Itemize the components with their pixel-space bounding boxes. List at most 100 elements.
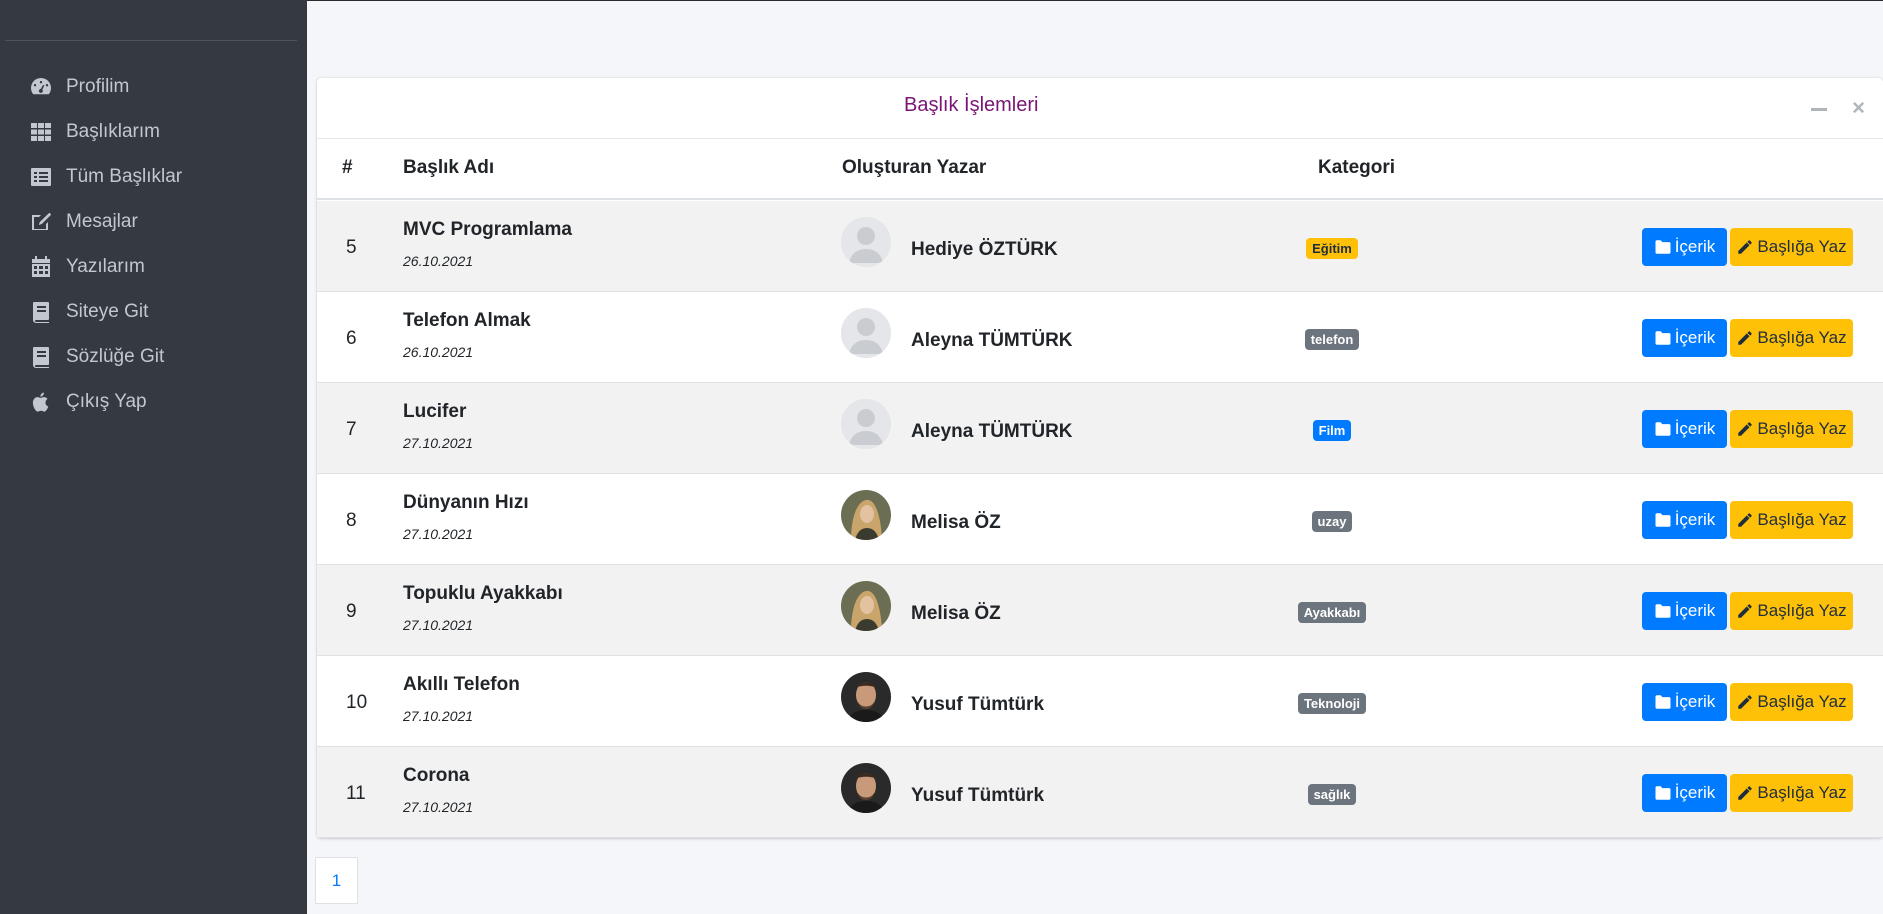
content-button[interactable]: İçerik [1642, 774, 1727, 812]
topic-title: Dünyanın Hızı [403, 492, 529, 513]
sidebar: Profilim Başlıklarım Tüm Başlıklar Mesajlar… [0, 0, 307, 914]
folder-icon [1654, 784, 1675, 802]
sidebar-item-2[interactable]: Tüm Başlıklar [28, 159, 288, 195]
sidebar-item-label: Mesajlar [66, 211, 138, 232]
category-cell: Film [1247, 420, 1417, 441]
table-row: 10 Akıllı Telefon 27.10.2021 Yusuf Tümtürk T… [317, 656, 1883, 747]
sidebar-item-3[interactable]: Mesajlar [28, 204, 288, 240]
content-button-label: İçerik [1674, 601, 1716, 620]
row-number: 10 [346, 692, 368, 713]
content-button-label: İçerik [1674, 328, 1716, 347]
write-button-label: Başlığa Yaz [1757, 328, 1847, 347]
card-title: Başlık İşlemleri [904, 94, 1039, 116]
write-to-topic-button[interactable]: Başlığa Yaz [1730, 774, 1853, 812]
category-badge: Film [1312, 420, 1352, 441]
write-button-label: Başlığa Yaz [1757, 783, 1847, 802]
write-button-label: Başlığa Yaz [1757, 237, 1847, 256]
header-title: Başlık Adı [403, 157, 495, 178]
card-header: Başlık İşlemleri × [317, 78, 1883, 139]
sidebar-item-0[interactable]: Profilim [28, 69, 288, 105]
avatar [841, 581, 891, 631]
topic-title: Corona [403, 765, 470, 786]
sidebar-item-label: Profilim [66, 76, 130, 97]
pencil-icon [1736, 693, 1757, 711]
topic-title: Telefon Almak [403, 310, 531, 331]
content-button-label: İçerik [1674, 510, 1716, 529]
topic-date: 26.10.2021 [403, 344, 474, 360]
pagination-page-1[interactable]: 1 [315, 857, 358, 904]
pencil-icon [1736, 329, 1757, 347]
author-name: Aleyna TÜMTÜRK [911, 330, 1073, 351]
topic-title: Akıllı Telefon [403, 674, 520, 695]
write-to-topic-button[interactable]: Başlığa Yaz [1730, 501, 1853, 539]
content-button-label: İçerik [1674, 783, 1716, 802]
book-icon [28, 299, 54, 325]
table-header: # Başlık Adı Oluşturan Yazar Kategori [317, 140, 1883, 200]
header-num: # [342, 157, 353, 178]
row-number: 11 [346, 783, 366, 804]
table-row: 7 Lucifer 27.10.2021 Aleyna TÜMTÜRK Film İçer… [317, 383, 1883, 474]
author-name: Hediye ÖZTÜRK [911, 239, 1058, 260]
author-name: Yusuf Tümtürk [911, 694, 1045, 715]
content-button[interactable]: İçerik [1642, 410, 1727, 448]
grid-icon [28, 119, 54, 145]
topic-title: Lucifer [403, 401, 467, 422]
avatar [841, 399, 891, 449]
category-cell: Eğitim [1247, 238, 1417, 259]
write-to-topic-button[interactable]: Başlığa Yaz [1730, 228, 1853, 266]
sidebar-item-6[interactable]: Sözlüğe Git [28, 339, 288, 375]
content-button-label: İçerik [1674, 692, 1716, 711]
content-button[interactable]: İçerik [1642, 683, 1727, 721]
topic-title: Topuklu Ayakkabı [403, 583, 563, 604]
list-icon [28, 164, 54, 190]
sidebar-divider [5, 40, 297, 41]
category-cell: sağlık [1247, 784, 1417, 805]
table-row: 9 Topuklu Ayakkabı 27.10.2021 Melisa ÖZ Ayak… [317, 565, 1883, 656]
header-category: Kategori [1318, 157, 1396, 178]
topic-date: 27.10.2021 [403, 526, 474, 542]
category-badge: Ayakkabı [1297, 602, 1367, 623]
sidebar-item-label: Tüm Başlıklar [66, 166, 183, 187]
row-number: 7 [346, 419, 357, 440]
sidebar-item-7[interactable]: Çıkış Yap [28, 384, 288, 420]
write-button-label: Başlığa Yaz [1757, 510, 1847, 529]
write-to-topic-button[interactable]: Başlığa Yaz [1730, 319, 1853, 357]
folder-icon [1654, 238, 1675, 256]
calendar-icon [28, 254, 54, 280]
topic-date: 27.10.2021 [403, 617, 474, 633]
sidebar-item-1[interactable]: Başlıklarım [28, 114, 288, 150]
content-button-label: İçerik [1674, 237, 1716, 256]
book-icon [28, 344, 54, 370]
sidebar-item-4[interactable]: Yazılarım [28, 249, 288, 285]
row-number: 8 [346, 510, 357, 531]
category-cell: uzay [1247, 511, 1417, 532]
category-badge: telefon [1304, 329, 1360, 350]
table-row: 8 Dünyanın Hızı 27.10.2021 Melisa ÖZ uzay İçe… [317, 474, 1883, 565]
write-to-topic-button[interactable]: Başlığa Yaz [1730, 410, 1853, 448]
sidebar-item-5[interactable]: Siteye Git [28, 294, 288, 330]
category-badge: sağlık [1307, 784, 1357, 805]
content-button[interactable]: İçerik [1642, 501, 1727, 539]
content-button[interactable]: İçerik [1642, 319, 1727, 357]
content-button[interactable]: İçerik [1642, 228, 1727, 266]
content-button[interactable]: İçerik [1642, 592, 1727, 630]
table-row: 6 Telefon Almak 26.10.2021 Aleyna TÜMTÜRK te… [317, 292, 1883, 383]
write-to-topic-button[interactable]: Başlığa Yaz [1730, 592, 1853, 630]
author-name: Yusuf Tümtürk [911, 785, 1045, 806]
sidebar-item-label: Siteye Git [66, 301, 149, 322]
category-cell: telefon [1247, 329, 1417, 350]
folder-icon [1654, 602, 1675, 620]
write-button-label: Başlığa Yaz [1757, 419, 1847, 438]
write-to-topic-button[interactable]: Başlığa Yaz [1730, 683, 1853, 721]
sidebar-item-label: Başlıklarım [66, 121, 160, 142]
category-cell: Ayakkabı [1247, 602, 1417, 623]
avatar [841, 763, 891, 813]
folder-icon [1654, 420, 1675, 438]
author-name: Melisa ÖZ [911, 512, 1001, 533]
header-author: Oluşturan Yazar [842, 157, 987, 178]
category-cell: Teknoloji [1247, 693, 1417, 714]
topic-date: 27.10.2021 [403, 799, 474, 815]
times-icon[interactable]: × [1852, 96, 1865, 120]
avatar [841, 490, 891, 540]
minus-icon[interactable] [1811, 108, 1827, 111]
